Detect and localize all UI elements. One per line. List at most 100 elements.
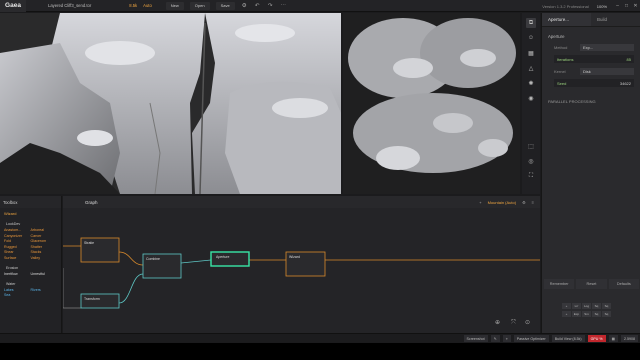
graph-tab[interactable]: Graph xyxy=(85,200,98,205)
remember-button[interactable]: Remember xyxy=(544,279,575,289)
node-label-aperture: Aperture xyxy=(216,255,229,259)
iterations-label: Iterations xyxy=(557,56,574,62)
settings-icon[interactable]: ⚙ xyxy=(241,2,248,9)
save-button[interactable]: Save xyxy=(215,1,235,10)
tab-aperture[interactable]: Aperture... xyxy=(542,13,591,26)
graph-node-wizard[interactable]: Wizard xyxy=(285,251,326,277)
keypad-key[interactable]: Sq xyxy=(592,311,601,317)
passive-optimizer-button[interactable]: Passive Optimizer xyxy=(513,335,549,342)
keypad-key[interactable]: Log xyxy=(582,303,591,309)
keypad-key[interactable]: + xyxy=(562,303,571,309)
tab-build[interactable]: Build xyxy=(591,13,640,26)
iterations-field[interactable]: Iterations 85 xyxy=(554,55,634,63)
category-erosion[interactable]: Erosion xyxy=(6,266,61,270)
toolbox-selected[interactable]: Wizard xyxy=(4,211,61,216)
toolbox-node[interactable]: Surface xyxy=(4,256,31,260)
camera-icon[interactable]: ◉ xyxy=(526,93,536,103)
keypad-key[interactable]: Lrr xyxy=(572,303,581,309)
graph-node-combine[interactable]: Combine xyxy=(142,253,182,279)
close-icon[interactable]: ✕ xyxy=(631,3,640,9)
maximize-icon[interactable]: □ xyxy=(622,3,631,9)
frame-all-icon: ⊙ xyxy=(525,319,530,326)
kernel-select[interactable]: Disk xyxy=(580,67,634,75)
add-node-icon[interactable]: + xyxy=(479,200,481,205)
toolbox-node[interactable]: Sea xyxy=(4,293,31,297)
target-icon[interactable]: ◎ xyxy=(526,156,536,166)
toolbox-node[interactable]: Valley xyxy=(31,256,58,260)
dropper-icon[interactable]: ⌖ xyxy=(502,335,511,342)
build-view-button[interactable]: Build View (8.5k) xyxy=(551,335,585,342)
graph-node-transform[interactable]: Transform xyxy=(80,293,120,309)
viewport-2d[interactable] xyxy=(343,13,520,194)
toolbox-node[interactable]: Arboreal xyxy=(31,228,58,232)
resolution-selector[interactable]: 8.5k xyxy=(129,3,137,8)
section-title[interactable]: Aperture xyxy=(548,34,640,39)
graph-mode[interactable]: Mountain (Auto) xyxy=(488,200,516,205)
node-graph[interactable]: Graph + Mountain (Auto) ⚙ ≡ Stratie Comb… xyxy=(63,196,540,333)
minimize-icon[interactable]: – xyxy=(613,3,622,9)
seed-value: 34622 xyxy=(619,80,631,86)
triangle-icon[interactable]: △ xyxy=(526,63,536,73)
layers-icon[interactable]: ⧉ xyxy=(526,18,536,28)
toolbox-node[interactable]: Unrestful xyxy=(31,272,58,276)
properties-panel: Aperture... Build Aperture Method Exp...… xyxy=(541,13,640,333)
pen-icon[interactable]: ✎ xyxy=(490,335,500,342)
function-keypad: + Lrr Log Sq Sq + Exp Sm Sq Sq xyxy=(562,303,638,319)
toolbox-node[interactable]: Fold xyxy=(4,239,31,243)
seed-label: Seed xyxy=(557,80,567,86)
redo-icon[interactable]: ↷ xyxy=(267,2,274,9)
grid-toggle-icon[interactable]: ▦ xyxy=(608,335,618,342)
fit-view-icon: ⊕ xyxy=(495,319,500,326)
grid-icon[interactable]: ▦ xyxy=(526,48,536,58)
file-name: Layered Cliff3_send.tor xyxy=(48,3,92,8)
toolbox-node[interactable]: Carver xyxy=(31,234,58,238)
node-label-combine: Combine xyxy=(146,257,160,261)
title-bar: Gaea Layered Cliff3_send.tor 8.5k Auto N… xyxy=(0,0,640,12)
toolbox-panel: Toolbox Wizard LookDev Anastom... Arbore… xyxy=(0,196,62,333)
build-mode-selector[interactable]: Auto xyxy=(143,3,152,8)
status-bar: Screenshot ✎ ⌖ Passive Optimizer Build V… xyxy=(0,333,640,342)
zoom-level[interactable]: 100% xyxy=(597,4,607,9)
app-logo: Gaea xyxy=(0,0,26,12)
reset-view-icon: ⤧ xyxy=(511,319,516,326)
graph-node-aperture[interactable]: Aperture xyxy=(210,251,250,267)
method-select[interactable]: Exp... xyxy=(580,43,634,51)
keypad-key[interactable]: Sq xyxy=(602,303,611,309)
screenshot-button[interactable]: Screenshot xyxy=(463,335,488,342)
viewport-3d[interactable] xyxy=(0,13,341,194)
toolbox-node[interactable]: Shear xyxy=(4,250,31,254)
expand-icon[interactable]: ⛶ xyxy=(526,171,536,181)
seed-field[interactable]: Seed 34622 xyxy=(554,79,634,87)
frame-icon[interactable]: ⬚ xyxy=(526,141,536,151)
user-icon[interactable]: ☺ xyxy=(526,33,536,43)
toolbox-node[interactable]: Canyonizer xyxy=(4,234,31,238)
toolbox-node[interactable]: Stacks xyxy=(31,250,58,254)
keypad-key[interactable]: Exp xyxy=(572,311,581,317)
more-icon[interactable]: ⋯ xyxy=(280,2,287,9)
open-button[interactable]: Open xyxy=(189,1,210,10)
category-water[interactable]: Water xyxy=(6,282,61,286)
toolbox-node[interactable]: Rivers xyxy=(31,288,58,292)
toolbox-node[interactable]: Inertflow xyxy=(4,272,31,276)
keypad-key[interactable]: Sq xyxy=(602,311,611,317)
undo-icon[interactable]: ↶ xyxy=(254,2,261,9)
sun-icon[interactable]: ✺ xyxy=(526,78,536,88)
category-lookdev[interactable]: LookDev xyxy=(6,222,61,226)
toolbox-node[interactable]: Anastom... xyxy=(4,228,31,232)
toolbox-node[interactable]: Lakes xyxy=(4,288,31,292)
defaults-button[interactable]: Defaults xyxy=(608,279,639,289)
terrain-3d-render xyxy=(0,13,341,194)
new-button[interactable]: New xyxy=(165,1,184,10)
graph-settings-icon[interactable]: ⚙ xyxy=(522,200,526,205)
graph-menu-icon[interactable]: ≡ xyxy=(532,200,534,205)
toolbox-node[interactable]: Glacerom xyxy=(31,239,58,243)
toolbox-node[interactable]: Rugged xyxy=(4,245,31,249)
reset-button[interactable]: Reset xyxy=(576,279,607,289)
keypad-key[interactable]: Sq xyxy=(592,303,601,309)
graph-node-stratie[interactable]: Stratie xyxy=(80,237,120,263)
keypad-key[interactable]: + xyxy=(562,311,571,317)
parallel-processing-section[interactable]: PARALLEL PROCESSING xyxy=(548,99,640,104)
keypad-key[interactable]: Sm xyxy=(582,311,591,317)
node-label-stratie: Stratie xyxy=(84,241,94,245)
toolbox-node[interactable]: Shatter xyxy=(31,245,58,249)
